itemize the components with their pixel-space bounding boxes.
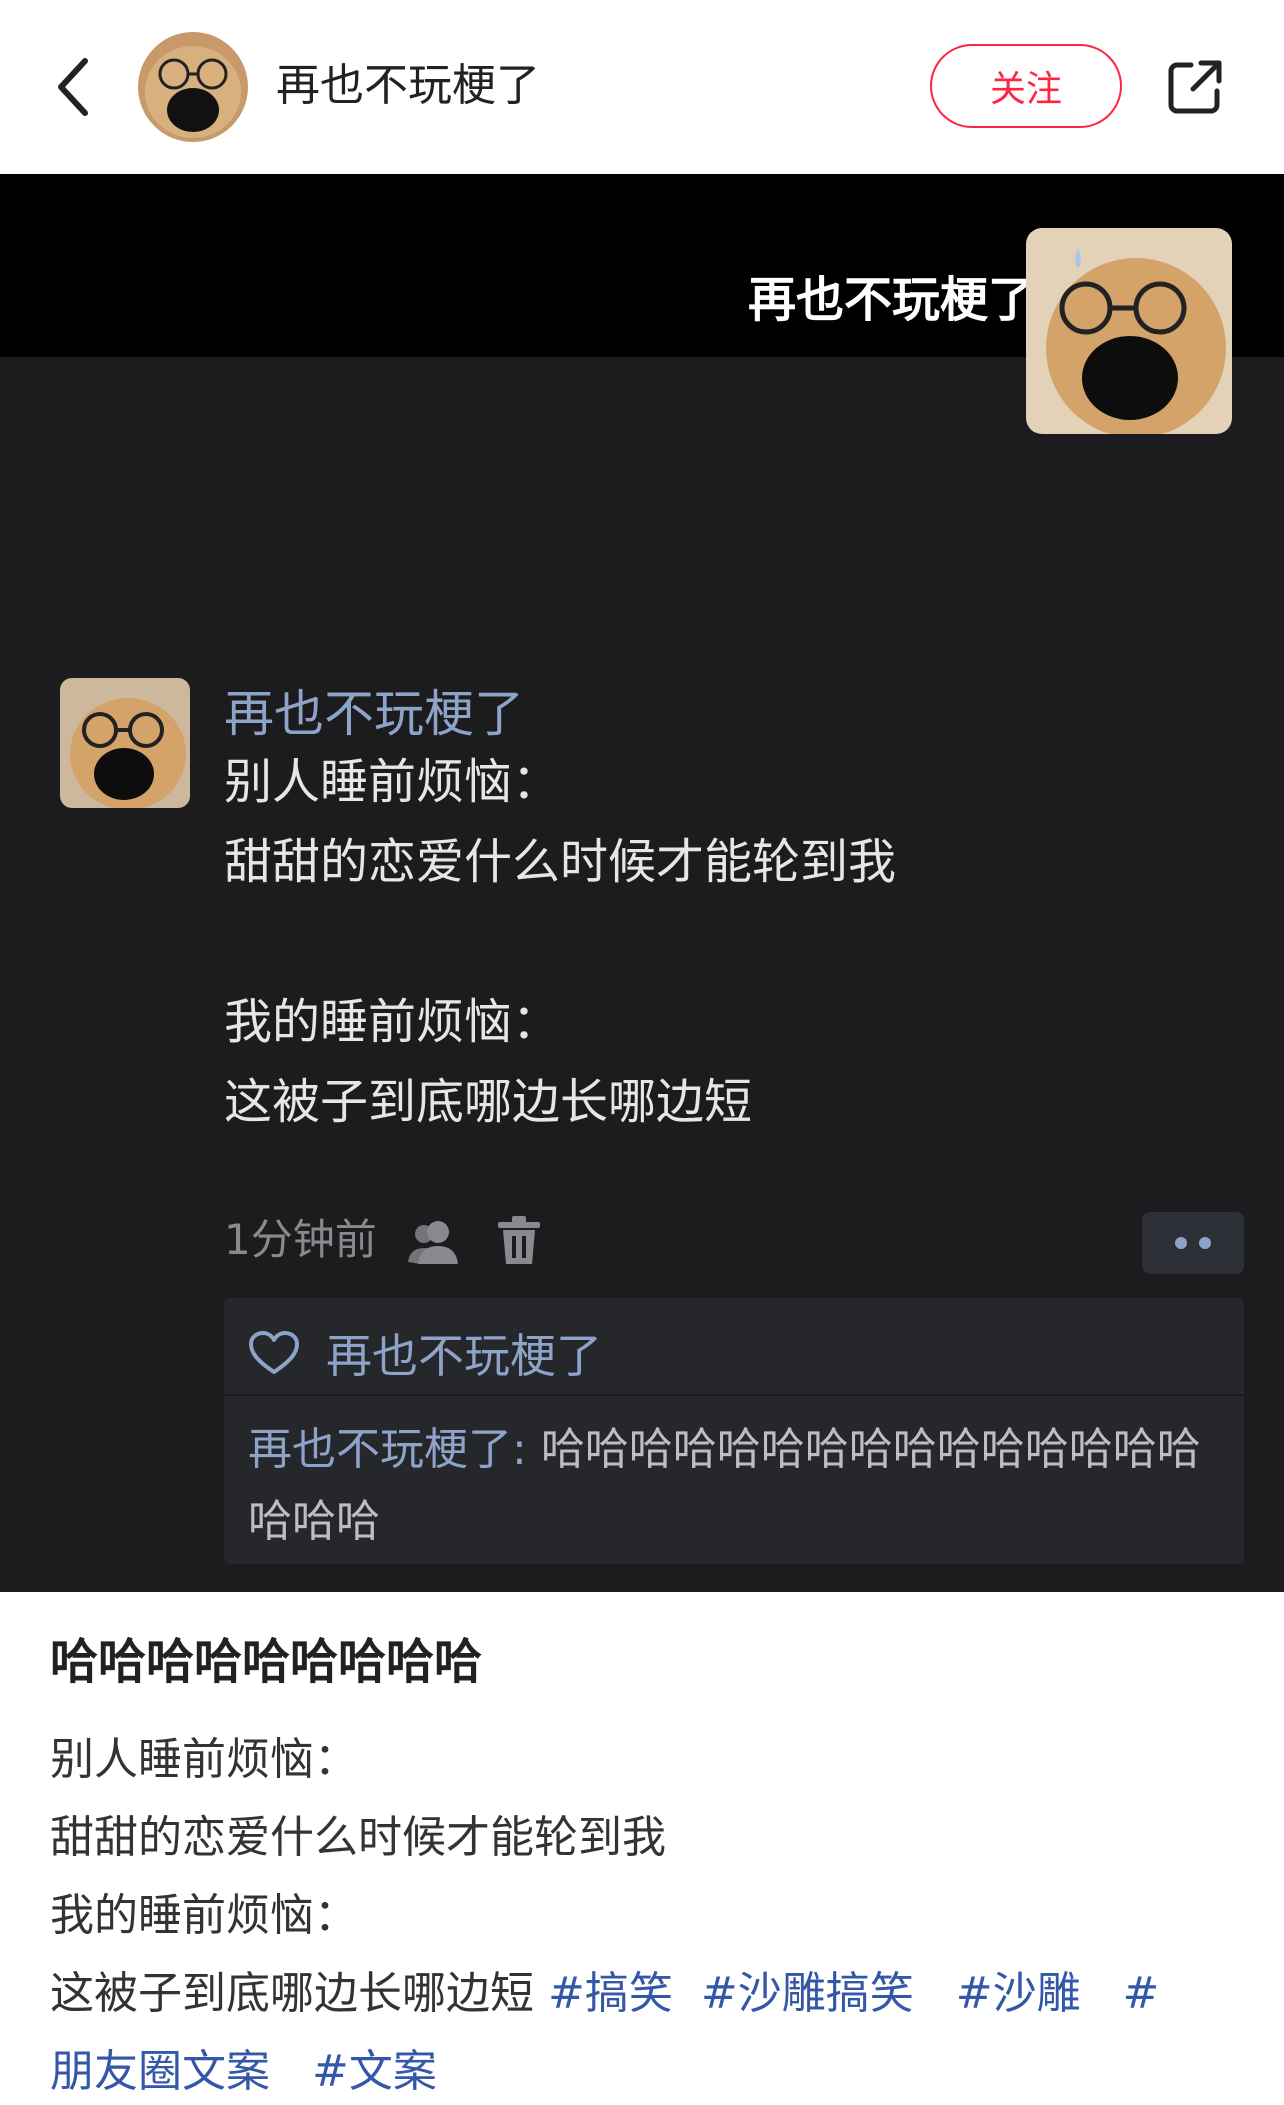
note-line-with-tags: 这被子到底哪边长哪边短 #搞笑 #沙雕搞笑 #沙雕 # — [50, 1964, 1159, 2024]
hashtag-link[interactable]: # — [1123, 1968, 1160, 2019]
post-image[interactable]: 再也不玩梗了 再也不玩梗了 别人睡前烦恼： 甜甜的恋爱什么时候才能轮到我 我的睡… — [0, 174, 1284, 1592]
comment: 再也不玩梗了: 哈哈哈哈哈哈哈哈哈哈哈哈哈哈哈哈哈哈 — [248, 1414, 1228, 1558]
message-line: 甜甜的恋爱什么时候才能轮到我 — [224, 834, 897, 890]
comment-author: 再也不玩梗了 — [248, 1424, 512, 1475]
friends-icon — [408, 1221, 458, 1264]
message-sender: 再也不玩梗了 — [224, 685, 524, 743]
note-line-tags: 朋友圈文案 #文案 — [50, 2042, 437, 2102]
divider — [224, 1394, 1244, 1396]
note-line-text: 这被子到底哪边长哪边短 — [50, 1968, 534, 2019]
hashtag-link[interactable]: #沙雕搞笑 — [701, 1968, 914, 2019]
username[interactable]: 再也不玩梗了 — [276, 58, 540, 114]
avatar[interactable] — [138, 32, 248, 142]
note-title: 哈哈哈哈哈哈哈哈哈 — [50, 1634, 483, 1690]
message-time: 1分钟前 — [224, 1215, 377, 1264]
comment-box: 再也不玩梗了 再也不玩梗了: 哈哈哈哈哈哈哈哈哈哈哈哈哈哈哈哈哈哈 — [224, 1298, 1244, 1564]
share-button[interactable] — [1160, 52, 1230, 122]
image-header-name: 再也不玩梗了 — [747, 272, 1036, 328]
comment-separator: : — [512, 1424, 541, 1475]
hashtag-link[interactable]: #文案 — [312, 2046, 437, 2097]
note-line: 别人睡前烦恼： — [50, 1734, 358, 1785]
message-line: 这被子到底哪边长哪边短 — [224, 1074, 753, 1130]
trash-icon — [498, 1216, 540, 1264]
note-line: 我的睡前烦恼： — [50, 1890, 358, 1941]
message-line: 别人睡前烦恼： — [224, 754, 561, 810]
image-header-avatar — [1026, 228, 1232, 434]
hashtag-link[interactable]: #搞笑 — [548, 1968, 673, 2019]
back-button[interactable] — [48, 52, 98, 122]
follow-button[interactable]: 关注 — [930, 44, 1122, 128]
like-row: 再也不玩梗了 — [248, 1318, 602, 1388]
top-bar: 再也不玩梗了 关注 — [0, 0, 1284, 174]
heart-icon — [249, 1331, 299, 1374]
message-avatar — [60, 678, 190, 808]
more-button — [1142, 1212, 1244, 1274]
hashtag-link[interactable]: 朋友圈文案 — [50, 2046, 270, 2097]
message-line: 我的睡前烦恼： — [224, 994, 561, 1050]
back-arrow-icon — [58, 58, 88, 116]
more-icon — [1175, 1237, 1187, 1249]
liker-name: 再也不玩梗了 — [326, 1329, 602, 1383]
share-icon — [1168, 60, 1222, 114]
hashtag-link[interactable]: #沙雕 — [956, 1968, 1081, 2019]
note-line: 甜甜的恋爱什么时候才能轮到我 — [50, 1812, 666, 1863]
